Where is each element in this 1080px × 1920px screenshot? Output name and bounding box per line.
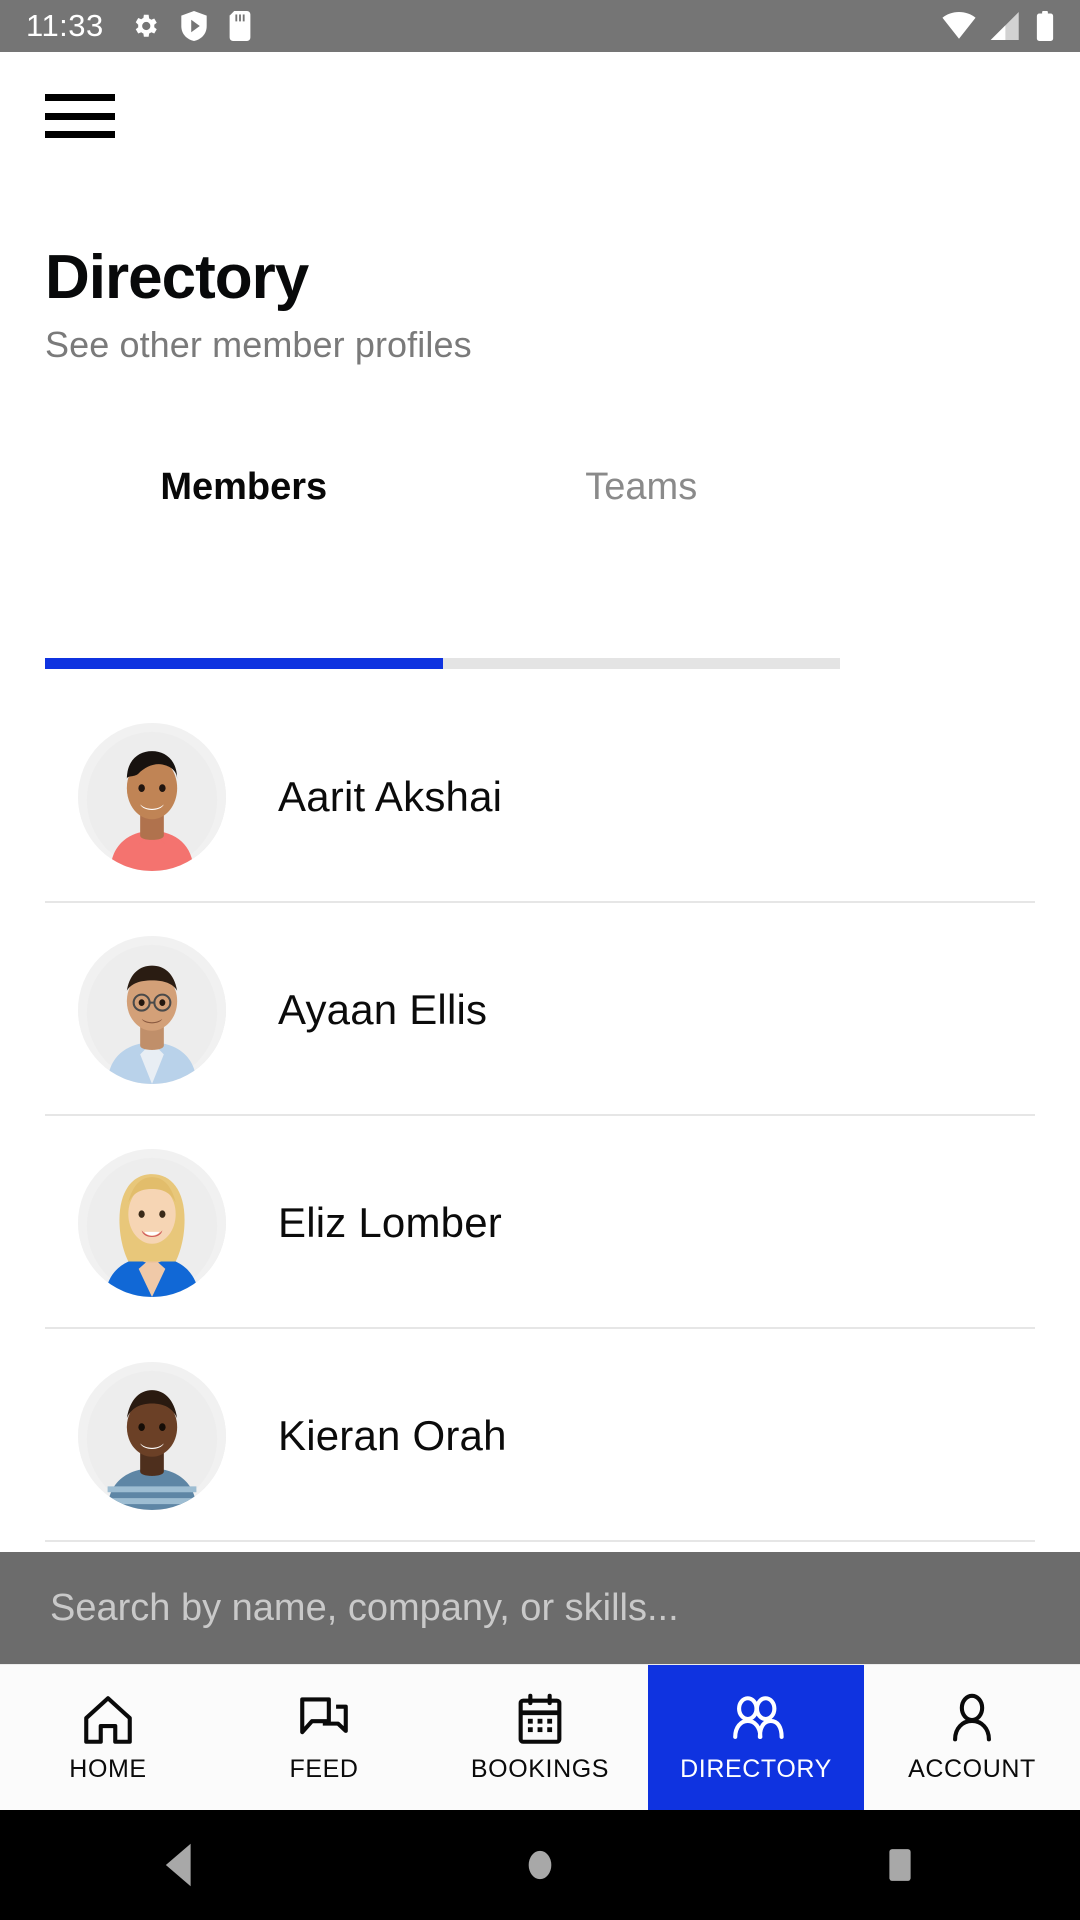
list-item[interactable]: Eliz Lomber <box>0 1116 1080 1329</box>
avatar <box>78 722 226 871</box>
member-name: Aarit Akshai <box>278 772 503 820</box>
recents-square-icon[interactable] <box>840 1810 960 1920</box>
avatar <box>78 935 226 1084</box>
home-icon <box>79 1691 137 1745</box>
nav-item-bookings[interactable]: BOOKINGS <box>432 1665 648 1810</box>
hamburger-menu-icon[interactable] <box>45 94 115 138</box>
nav-item-home[interactable]: HOME <box>0 1665 216 1810</box>
list-item[interactable]: Kieran Orah <box>0 1329 1080 1542</box>
status-bar-clock: 11:33 <box>26 8 104 43</box>
tab-bar: Members Teams <box>45 466 840 531</box>
page-subtitle: See other member profiles <box>45 324 472 366</box>
avatar <box>78 1361 226 1510</box>
list-item[interactable]: Aarit Akshai <box>0 690 1080 903</box>
gear-icon <box>130 11 160 41</box>
member-name: Eliz Lomber <box>278 1198 502 1246</box>
member-name: Ayaan Ellis <box>278 985 488 1033</box>
tab-indicator-track <box>45 658 840 669</box>
tab-teams[interactable]: Teams <box>443 466 841 531</box>
status-bar: 11:33 <box>0 0 1080 52</box>
status-bar-left-icons <box>130 11 252 41</box>
member-name: Kieran Orah <box>278 1411 507 1459</box>
battery-icon <box>1036 11 1054 41</box>
chat-bubbles-icon <box>295 1691 353 1745</box>
phone-screen: 11:33 Directory See other member profile… <box>0 0 1080 1920</box>
tab-active-indicator <box>45 658 443 669</box>
hamburger-bar-3 <box>45 131 115 138</box>
member-list: Aarit Akshai Ayaan Ellis Eliz Lomber Kie… <box>0 690 1080 1542</box>
tab-members[interactable]: Members <box>45 466 443 531</box>
hamburger-bar-1 <box>45 94 115 101</box>
shield-play-icon <box>180 11 208 41</box>
page-header: Directory See other member profiles <box>45 245 945 366</box>
search-input[interactable]: Search by name, company, or skills... <box>0 1552 1080 1664</box>
calendar-icon <box>511 1691 569 1745</box>
avatar <box>78 1148 226 1297</box>
nav-label-home: HOME <box>69 1755 147 1783</box>
search-placeholder-text: Search by name, company, or skills... <box>50 1586 679 1629</box>
nav-label-account: ACCOUNT <box>908 1755 1036 1783</box>
cellular-signal-icon <box>990 12 1022 40</box>
list-item[interactable]: Ayaan Ellis <box>0 903 1080 1116</box>
app-bar <box>0 52 1080 182</box>
person-icon <box>943 1691 1001 1745</box>
nav-item-account[interactable]: ACCOUNT <box>864 1665 1080 1810</box>
nav-item-feed[interactable]: FEED <box>216 1665 432 1810</box>
list-divider <box>45 1540 1035 1542</box>
status-bar-right-icons <box>942 11 1054 41</box>
home-circle-icon[interactable] <box>480 1810 600 1920</box>
nav-label-feed: FEED <box>289 1755 359 1783</box>
android-system-nav <box>0 1810 1080 1920</box>
page-title: Directory <box>45 243 309 312</box>
bottom-navigation-bar: HOME FEED BOOKINGS DIRECTORY ACCOUNT <box>0 1664 1080 1810</box>
nav-label-bookings: BOOKINGS <box>470 1755 610 1783</box>
people-icon <box>727 1691 785 1745</box>
nav-item-directory[interactable]: DIRECTORY <box>648 1665 864 1810</box>
back-triangle-icon[interactable] <box>120 1810 240 1920</box>
hamburger-bar-2 <box>45 112 115 120</box>
sd-card-icon <box>228 11 252 41</box>
nav-label-directory: DIRECTORY <box>680 1755 832 1783</box>
wifi-icon <box>942 12 976 40</box>
